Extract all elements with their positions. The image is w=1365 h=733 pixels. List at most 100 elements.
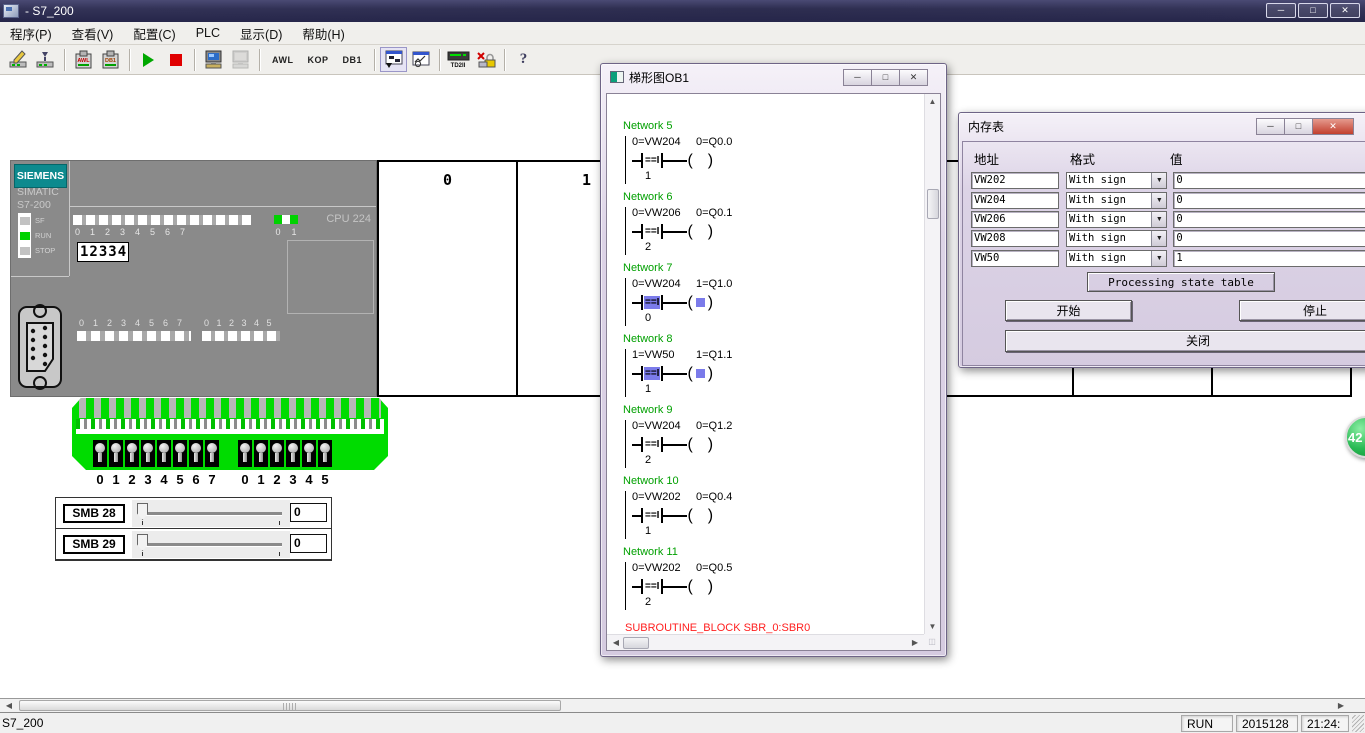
input-toggle-switch[interactable] [93, 440, 107, 467]
input-toggle-switch[interactable] [286, 440, 300, 467]
address-field[interactable]: VW202 [971, 172, 1059, 189]
value-field[interactable]: 0 [1173, 211, 1365, 228]
menu-item[interactable]: 帮助(H) [292, 21, 354, 46]
chart-window-icon[interactable] [407, 47, 434, 72]
chevron-down-icon[interactable]: ▼ [1151, 212, 1166, 227]
scroll-left-arrow[interactable]: ◀ [1, 699, 17, 712]
value-field[interactable]: 0 [1173, 230, 1365, 247]
address-field[interactable]: VW204 [971, 192, 1059, 209]
slider-thumb[interactable] [137, 534, 148, 551]
contact-operand-label: 0=VW204 [632, 136, 696, 151]
analog-slider[interactable] [132, 500, 290, 527]
address-field[interactable]: VW208 [971, 230, 1059, 247]
address-field[interactable]: VW50 [971, 250, 1059, 267]
input-toggle-switch[interactable] [157, 440, 171, 467]
load-program-icon[interactable] [32, 47, 59, 72]
input-toggle-switch[interactable] [141, 440, 155, 467]
help-icon[interactable]: ? [510, 47, 537, 72]
input-toggle-switch[interactable] [189, 440, 203, 467]
toolbar-separator [194, 49, 195, 71]
siemens-logo: SIEMENS [14, 164, 67, 188]
menu-item[interactable]: 显示(D) [230, 21, 292, 46]
kop-view-button[interactable]: KOP [301, 47, 336, 72]
minimize-button[interactable]: ─ [1266, 3, 1296, 18]
chevron-down-icon[interactable]: ▼ [1151, 173, 1166, 188]
ladder-body: Network 5 0=VW204 0=Q0.0 ==I () [606, 93, 941, 651]
ladder-horizontal-scrollbar[interactable]: ◀ ▶ [607, 634, 924, 650]
ladder-maximize-button[interactable]: □ [871, 69, 900, 86]
numeric-display: 12334 [77, 242, 129, 262]
vertical-scroll-thumb[interactable] [927, 189, 939, 219]
input-toggle-switch[interactable] [173, 440, 187, 467]
run-icon[interactable] [135, 47, 162, 72]
monitor-off-icon[interactable] [227, 47, 254, 72]
scroll-down-arrow[interactable]: ▼ [925, 619, 940, 634]
chevron-down-icon[interactable]: ▼ [1151, 193, 1166, 208]
chevron-down-icon[interactable]: ▼ [1151, 231, 1166, 246]
menu-item[interactable]: 查看(V) [62, 21, 124, 46]
network-title: Network 6 [623, 191, 924, 207]
awl-view-button[interactable]: AWL [265, 47, 301, 72]
q1-led-strip [202, 331, 280, 341]
chevron-down-icon[interactable]: ▼ [1151, 251, 1166, 266]
main-horizontal-scrollbar[interactable]: ◀ ▶ [0, 698, 1365, 712]
input-toggle-switch[interactable] [254, 440, 268, 467]
address-field[interactable]: VW206 [971, 211, 1059, 228]
slider-thumb[interactable] [137, 503, 148, 520]
processing-status-label: Processing state table [1087, 272, 1275, 292]
close-button[interactable]: ✕ [1330, 3, 1360, 18]
badge-value: 42 [1348, 430, 1362, 445]
format-dropdown[interactable]: With sign ▼ [1066, 192, 1167, 209]
resize-grip[interactable]: ◫ [924, 634, 940, 650]
ladder-minimize-button[interactable]: ─ [843, 69, 872, 86]
main-scroll-thumb[interactable] [19, 700, 561, 711]
input-toggle-switch[interactable] [270, 440, 284, 467]
menu-item[interactable]: 程序(P) [0, 21, 62, 46]
program-structure-icon[interactable] [380, 47, 407, 72]
memory-minimize-button[interactable]: ─ [1256, 118, 1285, 135]
input-toggle-switch[interactable] [318, 440, 332, 467]
window-resize-grip[interactable] [1352, 715, 1364, 732]
close-table-button[interactable]: 关闭 [1005, 330, 1365, 352]
ladder-close-button[interactable]: ✕ [899, 69, 928, 86]
coil-operand-label: 0=Q1.2 [696, 420, 732, 435]
db1-editor-icon[interactable]: DB1 [97, 47, 124, 72]
value-field[interactable]: 0 [1173, 172, 1365, 189]
format-dropdown[interactable]: With sign ▼ [1066, 230, 1167, 247]
value-field[interactable]: 0 [1173, 192, 1365, 209]
scroll-right-arrow[interactable]: ▶ [1333, 699, 1349, 712]
analog-slider[interactable] [132, 531, 290, 558]
ladder-vertical-scrollbar[interactable]: ▲ ▼ [924, 94, 940, 634]
memory-close-button[interactable]: ✕ [1312, 118, 1354, 135]
ladder-window-title: 梯形图OB1 [629, 69, 689, 86]
start-button[interactable]: 开始 [1005, 300, 1132, 321]
analog-value-field[interactable]: 0 [290, 503, 327, 522]
format-dropdown[interactable]: With sign ▼ [1066, 172, 1167, 189]
format-dropdown[interactable]: With sign ▼ [1066, 250, 1167, 267]
menu-item[interactable]: PLC [186, 23, 230, 43]
td200-icon[interactable]: TD2II [445, 47, 472, 72]
memory-maximize-button[interactable]: □ [1284, 118, 1313, 135]
monitor-on-icon[interactable] [200, 47, 227, 72]
scroll-left-arrow[interactable]: ◀ [609, 635, 623, 650]
db1-view-button[interactable]: DB1 [336, 47, 370, 72]
horizontal-scroll-thumb[interactable] [623, 637, 649, 649]
stop-icon[interactable] [162, 47, 189, 72]
edit-program-icon[interactable] [5, 47, 32, 72]
scroll-right-arrow[interactable]: ▶ [908, 635, 922, 650]
scroll-up-arrow[interactable]: ▲ [925, 94, 940, 109]
input-toggle-switch[interactable] [238, 440, 252, 467]
stop-button[interactable]: 停止 [1239, 300, 1365, 321]
input-toggle-switch[interactable] [125, 440, 139, 467]
format-dropdown[interactable]: With sign ▼ [1066, 211, 1167, 228]
output-coil: () [687, 366, 713, 381]
value-field[interactable]: 1 [1173, 250, 1365, 267]
analog-value-field[interactable]: 0 [290, 534, 327, 553]
maximize-button[interactable]: □ [1298, 3, 1328, 18]
awl-editor-icon[interactable]: AWL [70, 47, 97, 72]
plc-lock-icon[interactable] [472, 47, 499, 72]
input-toggle-switch[interactable] [205, 440, 219, 467]
menu-item[interactable]: 配置(C) [123, 21, 185, 46]
input-toggle-switch[interactable] [109, 440, 123, 467]
input-toggle-switch[interactable] [302, 440, 316, 467]
